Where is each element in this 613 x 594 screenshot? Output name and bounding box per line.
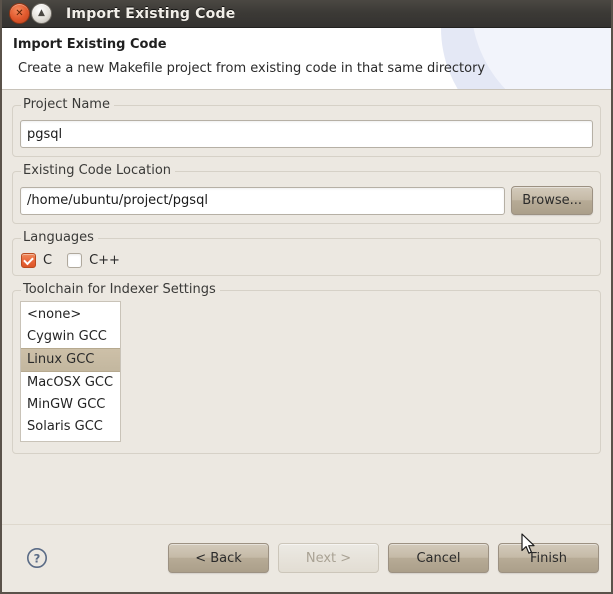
close-icon[interactable]: ✕ [9,3,30,24]
list-item[interactable]: Solaris GCC [21,416,120,438]
browse-button[interactable]: Browse... [511,186,593,215]
back-button[interactable]: < Back [168,543,269,573]
checkbox-cpp-label: C++ [89,253,120,268]
languages-group: Languages C C++ [12,238,601,276]
languages-row: C C++ [20,253,593,268]
finish-button[interactable]: Finish [498,543,599,573]
page-description: Create a new Makefile project from exist… [18,61,485,76]
maximize-icon[interactable]: ▲ [31,3,52,24]
svg-text:?: ? [34,551,41,565]
import-existing-code-dialog: ✕ ▲ Import Existing Code Import Existing… [0,0,613,594]
maximize-glyph: ▲ [38,9,45,18]
page-title: Import Existing Code [13,37,167,52]
list-item[interactable]: MinGW GCC [21,394,120,416]
list-item[interactable]: <none> [21,304,120,326]
toolchain-listbox[interactable]: <none> Cygwin GCC Linux GCC MacOSX GCC M… [20,301,121,442]
location-row: Browse... [20,186,593,215]
checkbox-cpp[interactable] [67,253,82,268]
wizard-body: Project Name Existing Code Location Brow… [2,90,611,524]
project-name-input[interactable] [20,120,593,148]
help-icon[interactable]: ? [26,547,48,569]
project-name-group: Project Name [12,105,601,157]
toolchain-group: Toolchain for Indexer Settings <none> Cy… [12,290,601,454]
existing-code-location-group: Existing Code Location Browse... [12,171,601,224]
list-item[interactable]: Cygwin GCC [21,326,120,348]
toolchain-label: Toolchain for Indexer Settings [21,282,220,297]
existing-code-location-input[interactable] [20,187,505,215]
languages-label: Languages [21,230,98,245]
wizard-footer: ? < Back Next > Cancel Finish [2,524,611,590]
project-name-label: Project Name [21,97,114,112]
wizard-header: Import Existing Code Create a new Makefi… [2,28,611,90]
window-titlebar: ✕ ▲ Import Existing Code [2,0,611,28]
window-title: Import Existing Code [66,6,235,22]
window-controls: ✕ ▲ [9,3,52,24]
cancel-button[interactable]: Cancel [388,543,489,573]
list-item[interactable]: Linux GCC [21,348,120,372]
footer-button-bar: < Back Next > Cancel Finish [168,543,599,573]
list-item[interactable]: MacOSX GCC [21,372,120,394]
checkbox-c-label: C [43,253,52,268]
close-glyph: ✕ [15,9,23,19]
existing-code-location-label: Existing Code Location [21,163,175,178]
next-button: Next > [278,543,379,573]
checkbox-c[interactable] [21,253,36,268]
